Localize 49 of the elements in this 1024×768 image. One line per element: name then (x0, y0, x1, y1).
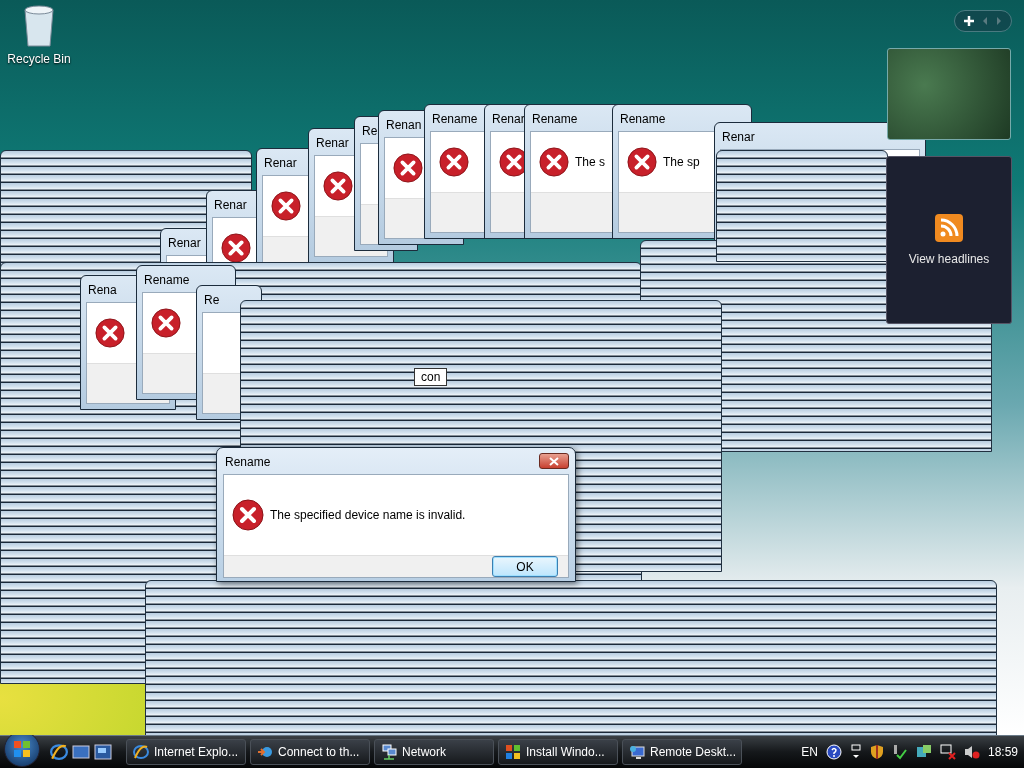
dialog-title: Rename (224, 454, 271, 471)
error-message: The s (575, 155, 605, 169)
taskbar-button[interactable]: Install Windo... (498, 739, 618, 765)
window-title: Renar (167, 235, 201, 252)
clock[interactable]: 18:59 (987, 745, 1018, 759)
network-icon (381, 744, 397, 760)
switch-windows-icon[interactable] (94, 744, 112, 760)
add-icon[interactable] (963, 15, 975, 27)
desktop-icon-label[interactable]: Recycle Bin (7, 52, 71, 66)
error-message: The specified device name is invalid. (270, 508, 466, 522)
globe-icon (257, 744, 273, 760)
sync-icon[interactable] (915, 744, 932, 760)
monitor-icon (629, 744, 645, 760)
show-desktop-icon[interactable] (72, 744, 90, 760)
window-title: Renar (315, 135, 349, 152)
window-title: Rename (143, 272, 190, 289)
window-title: Renar (213, 197, 247, 214)
window-title: Renar (721, 129, 755, 146)
shield-icon[interactable] (869, 744, 884, 760)
volume-muted-icon[interactable] (963, 744, 980, 760)
window-title: Re (203, 292, 220, 309)
recycle-bin-icon[interactable] (22, 4, 56, 48)
window-title: Rename (619, 111, 666, 128)
browser-icon[interactable] (50, 743, 68, 761)
error-message: The sp (663, 155, 700, 169)
status-icon[interactable] (891, 744, 908, 760)
help-icon[interactable] (825, 744, 842, 760)
taskbar-button[interactable]: Connect to th... (250, 739, 370, 765)
language-indicator[interactable]: EN (801, 745, 818, 759)
taskbar-button[interactable]: Remote Deskt... (622, 739, 742, 765)
taskbar-button[interactable]: Network (374, 739, 494, 765)
rss-icon[interactable] (935, 214, 963, 242)
rename-field[interactable]: con (414, 368, 448, 386)
network-disconnected-icon[interactable] (939, 744, 956, 760)
four-panes-icon (13, 740, 31, 758)
close-icon (549, 456, 559, 466)
window-title: Renar (263, 155, 297, 172)
feed-label[interactable]: View headlines (908, 252, 990, 266)
close-button[interactable] (539, 453, 569, 469)
window-title: Renar (491, 111, 525, 128)
error-icon (232, 499, 264, 531)
window-title: Renan (385, 117, 422, 134)
ok-button[interactable]: OK (492, 556, 558, 577)
window-title: Re (361, 123, 378, 140)
window-title: Rename (531, 111, 578, 128)
taskbar-button[interactable]: Internet Explo... (126, 739, 246, 765)
window-title: Rena (87, 282, 117, 299)
browser-icon (133, 744, 149, 760)
window-title: Rename (431, 111, 478, 128)
